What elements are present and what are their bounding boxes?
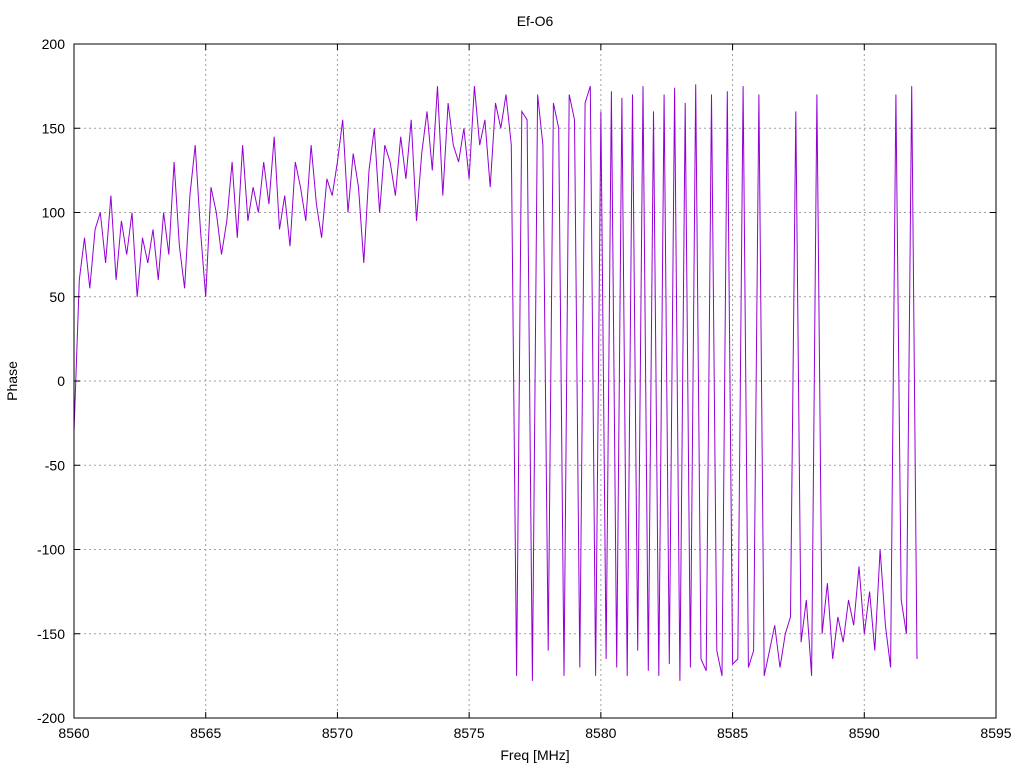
series-line-phase xyxy=(73,84,918,681)
y-tick-label: 50 xyxy=(49,289,65,305)
y-tick-label: 0 xyxy=(57,373,65,389)
phase-chart: 8560 8565 8570 8575 8580 8585 8590 8595 -200 -150… xyxy=(4,13,1012,763)
ticks: 8560 8565 8570 8575 8580 8585 8590 8595 -200 -150… xyxy=(37,36,1012,741)
y-tick-label: 200 xyxy=(42,36,66,52)
x-tick-label: 8560 xyxy=(58,725,89,741)
chart-title: Ef-O6 xyxy=(517,13,554,29)
y-tick-label: -100 xyxy=(37,542,65,558)
series-group xyxy=(73,84,918,681)
y-axis-label: Phase xyxy=(4,361,20,401)
y-tick-label: -150 xyxy=(37,626,65,642)
x-tick-label: 8590 xyxy=(849,725,880,741)
x-tick-label: 8575 xyxy=(454,725,485,741)
x-axis-label: Freq [MHz] xyxy=(500,747,569,763)
x-tick-label: 8580 xyxy=(585,725,616,741)
y-tick-label: 150 xyxy=(42,120,66,136)
y-tick-label: -200 xyxy=(37,710,65,726)
x-tick-label: 8565 xyxy=(190,725,221,741)
y-tick-label: -50 xyxy=(45,457,65,473)
y-tick-label: 100 xyxy=(42,205,66,221)
x-tick-label: 8595 xyxy=(980,725,1011,741)
x-tick-label: 8585 xyxy=(717,725,748,741)
x-tick-label: 8570 xyxy=(322,725,353,741)
